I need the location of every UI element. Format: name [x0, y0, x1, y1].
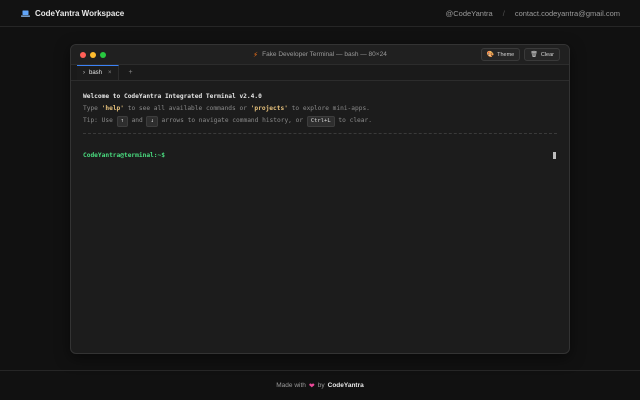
close-icon[interactable]: × — [108, 70, 112, 76]
tab-label: bash — [89, 70, 103, 76]
tip-text-mid: arrows to navigate command history, or — [157, 117, 307, 124]
tip-line: Tip: Use ↑ and ↓ arrows to navigate comm… — [83, 115, 557, 127]
heart-icon: ❤ — [308, 382, 315, 390]
window-title-text: Fake Developer Terminal — bash — 80×24 — [262, 51, 387, 58]
footer: Made with ❤ by CodeYantra — [0, 370, 640, 400]
help-line: Type 'help' to see all available command… — [83, 103, 557, 115]
handle-link[interactable]: @CodeYantra — [446, 9, 493, 18]
terminal-window: ⚡ Fake Developer Terminal — bash — 80×24… — [70, 44, 570, 354]
tip-text-and: and — [127, 117, 147, 124]
key-up: ↑ — [116, 116, 128, 127]
email-link[interactable]: contact.codeyantra@gmail.com — [515, 9, 620, 18]
footer-brand[interactable]: CodeYantra — [328, 382, 364, 389]
tab-bash[interactable]: › bash × — [77, 65, 119, 80]
key-down: ↓ — [146, 116, 158, 127]
bolt-icon: ⚡ — [253, 51, 259, 59]
clear-button[interactable]: 🗑 Clear — [524, 48, 560, 61]
footer-by: by — [317, 382, 325, 389]
tip-text-pre: Tip: Use — [83, 117, 117, 124]
brand-name: CodeYantra Workspace — [35, 8, 125, 18]
window-actions: 🎨 Theme 🗑 Clear — [480, 48, 560, 61]
welcome-line: Welcome to CodeYantra Integrated Termina… — [83, 93, 262, 100]
title-bar: ⚡ Fake Developer Terminal — bash — 80×24… — [71, 45, 569, 65]
help-text-pre: Type — [83, 105, 102, 112]
help-command: 'help' — [101, 105, 124, 112]
laptop-icon — [21, 10, 30, 17]
top-links: @CodeYantra / contact.codeyantra@gmail.c… — [446, 9, 620, 18]
chevron-right-icon: › — [83, 70, 85, 76]
command-line[interactable]: CodeYantra@terminal:~$ — [83, 150, 557, 162]
maximize-window-button[interactable] — [100, 51, 106, 58]
brand[interactable]: CodeYantra Workspace — [21, 9, 124, 18]
help-text-post: to explore mini-apps. — [287, 105, 370, 112]
tab-bar: › bash × + — [71, 65, 569, 81]
help-text-mid: to see all available commands or — [124, 105, 251, 112]
add-tab-button[interactable]: + — [119, 65, 143, 80]
link-separator: / — [502, 8, 505, 18]
palette-icon: 🎨 — [486, 52, 495, 58]
cursor — [553, 152, 556, 159]
minimize-window-button[interactable] — [90, 51, 96, 58]
clear-button-label: Clear — [540, 51, 554, 58]
tip-text-post: to clear. — [334, 117, 372, 124]
footer-made-with: Made with — [276, 382, 306, 389]
theme-button-label: Theme — [497, 51, 515, 58]
top-bar: CodeYantra Workspace @CodeYantra / conta… — [0, 0, 640, 27]
close-window-button[interactable] — [80, 51, 86, 58]
divider — [83, 133, 557, 134]
terminal-output[interactable]: Welcome to CodeYantra Integrated Termina… — [71, 81, 569, 335]
trash-icon: 🗑 — [530, 52, 538, 58]
projects-command: 'projects' — [250, 105, 288, 112]
prompt: CodeYantra@terminal:~$ — [83, 152, 165, 159]
key-ctrl-l: Ctrl+L — [306, 116, 335, 127]
window-controls — [80, 51, 106, 58]
theme-button[interactable]: 🎨 Theme — [480, 48, 521, 61]
